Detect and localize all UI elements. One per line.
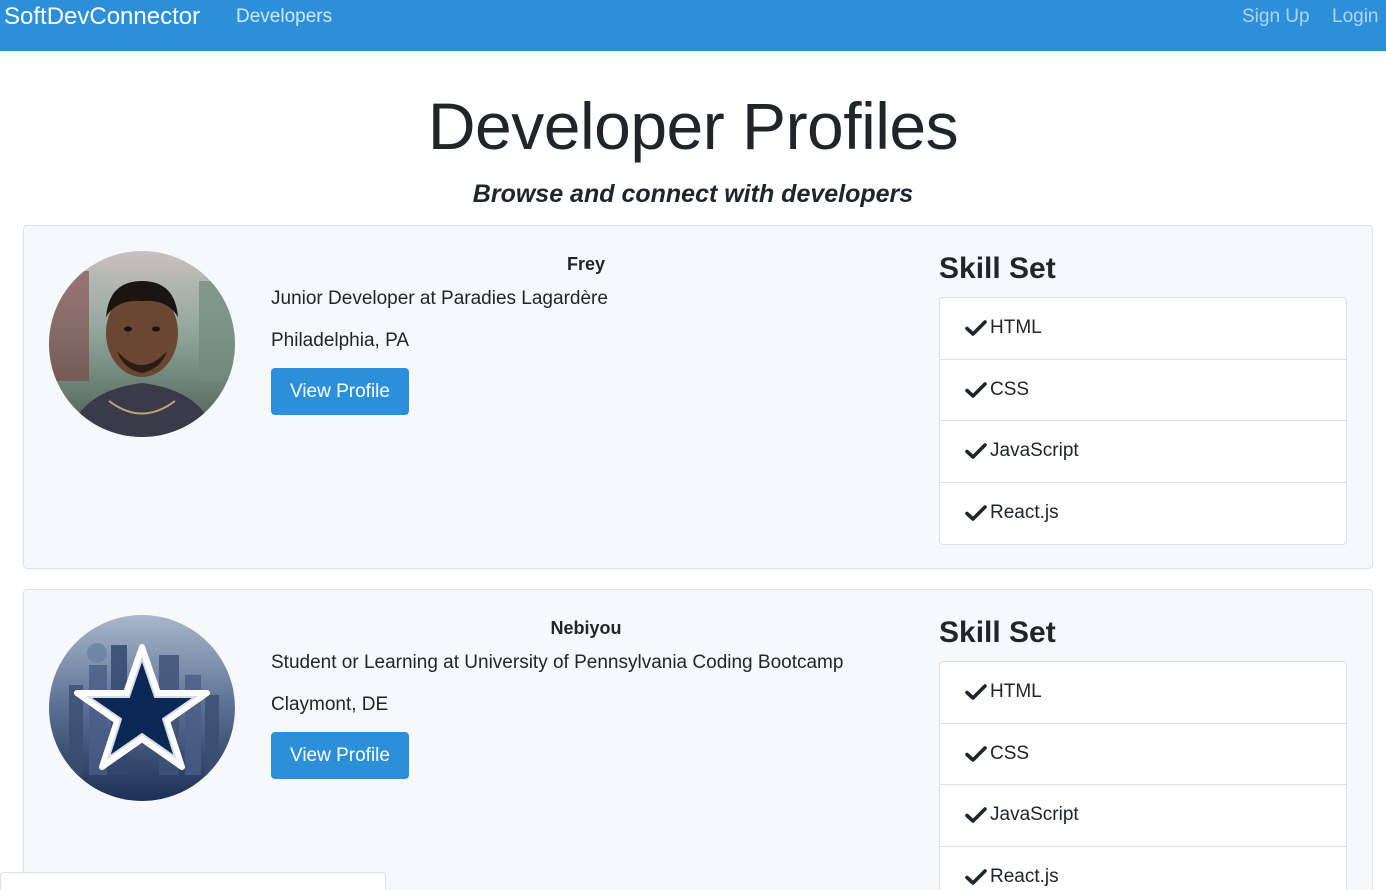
developer-location: Philadelphia, PA [271,330,410,351]
skill-set-heading: Skill Set [939,252,1056,285]
developer-name: Nebiyou [550,618,622,638]
skill-label: HTML [990,681,1042,703]
page-subtitle: Browse and connect with developers [472,180,914,208]
check-icon [965,504,987,522]
avatar [49,251,235,437]
skill-item: JavaScript [940,785,1346,847]
check-icon [965,806,987,824]
skill-item: React.js [940,847,1346,890]
developer-status: Junior Developer at Paradies Lagardère [271,288,608,309]
skill-label: React.js [990,502,1059,524]
skill-item: HTML [940,298,1346,360]
developer-location: Claymont, DE [271,694,389,715]
developer-name: Frey [566,254,606,274]
skill-item: HTML [940,662,1346,724]
skill-item: CSS [940,724,1346,785]
view-profile-button[interactable]: View Profile [271,368,409,415]
skill-label: JavaScript [990,440,1079,462]
skill-label: CSS [990,742,1030,764]
check-icon [965,745,987,763]
skill-set-heading: Skill Set [939,616,1056,649]
profile-card: Frey Junior Developer at Paradies Lagard… [23,225,1373,569]
check-icon [965,319,987,337]
check-icon [965,381,987,399]
skill-item: React.js [940,483,1346,545]
skill-label: React.js [990,866,1059,888]
skill-item: JavaScript [940,421,1346,483]
view-profile-button[interactable]: View Profile [271,732,409,779]
page-title: Developer Profiles [427,89,959,163]
skill-label: CSS [990,378,1030,400]
user-photo-icon [49,251,235,437]
skill-label: HTML [990,317,1042,339]
developer-status: Student or Learning at University of Pen… [271,652,844,673]
skill-item: CSS [940,360,1346,421]
star-logo-photo-icon [49,615,235,801]
navbar: SoftDevConnector Developers Sign Up Logi… [0,0,1386,51]
nav-developers-link[interactable]: Developers [236,6,332,28]
nav-login-link[interactable]: Login [1332,6,1379,28]
skill-label: JavaScript [990,804,1079,826]
check-icon [965,442,987,460]
avatar [49,615,235,801]
check-icon [965,868,987,886]
skill-list: HTML CSS JavaScript React.js [939,297,1347,545]
check-icon [965,683,987,701]
nav-signup-link[interactable]: Sign Up [1242,6,1310,28]
profile-card: Nebiyou Student or Learning at Universit… [23,589,1373,890]
skill-list: HTML CSS JavaScript React.js [939,661,1347,890]
bottom-panel [0,872,386,890]
brand-link[interactable]: SoftDevConnector [4,3,200,31]
